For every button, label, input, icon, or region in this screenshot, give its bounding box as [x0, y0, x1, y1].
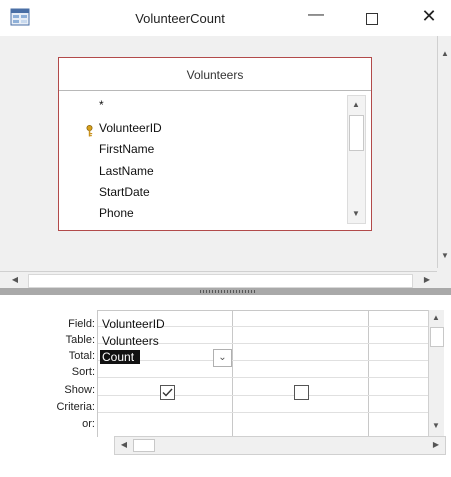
row-label-criteria: Criteria: [56, 401, 95, 413]
chevron-down-icon[interactable]: ⌄ [213, 349, 232, 367]
field-list-item[interactable]: LastName [99, 164, 154, 178]
column-divider [232, 311, 233, 437]
field-list-item[interactable]: VolunteerID [99, 121, 162, 135]
grid-horizontal-scrollbar[interactable]: ◀ ▶ [114, 436, 446, 455]
column-divider [368, 311, 369, 437]
scroll-down-icon[interactable]: ▼ [438, 248, 451, 264]
row-divider [98, 377, 428, 378]
maximize-icon [366, 13, 378, 25]
table-field-list[interactable]: Volunteers * VolunteerID FirstName LastN… [58, 57, 372, 231]
show-checkbox[interactable] [160, 385, 175, 400]
show-checkbox[interactable] [294, 385, 309, 400]
close-button[interactable]: ✕ [410, 6, 448, 30]
field-list-item[interactable]: FirstName [99, 142, 154, 156]
row-label-field: Field: [68, 318, 95, 330]
scroll-up-icon[interactable]: ▲ [438, 46, 451, 62]
field-list-scrollbar[interactable]: ▲ ▼ [347, 95, 366, 224]
row-label-total: Total: [68, 350, 95, 362]
row-label-table: Table: [65, 334, 95, 346]
row-label-show: Show: [64, 384, 95, 396]
scrollbar-thumb[interactable] [349, 115, 364, 151]
field-list-item[interactable]: * [99, 98, 104, 112]
scroll-left-icon[interactable]: ◀ [117, 437, 131, 453]
row-divider [98, 412, 428, 413]
row-label-or: or: [82, 418, 95, 430]
scroll-right-icon[interactable]: ▶ [429, 437, 443, 453]
row-label-sort: Sort: [71, 366, 95, 378]
scrollbar-thumb[interactable] [133, 439, 155, 452]
table-title-divider [59, 90, 371, 91]
scroll-down-icon[interactable]: ▼ [429, 418, 443, 434]
grid-cell-table[interactable]: Volunteers [102, 334, 159, 348]
scroll-down-icon[interactable]: ▼ [349, 206, 363, 222]
checkmark-icon [162, 388, 173, 397]
scroll-up-icon[interactable]: ▲ [349, 97, 363, 113]
minimize-button[interactable]: — [300, 6, 332, 30]
scrollbar-thumb[interactable] [430, 327, 444, 347]
row-divider [98, 360, 428, 361]
upper-vertical-scrollbar[interactable]: ▲ ▼ [437, 36, 451, 268]
scrollbar-track[interactable] [28, 274, 413, 288]
scroll-right-icon[interactable]: ▶ [420, 272, 434, 288]
grid-cell-total[interactable]: Count [100, 350, 140, 364]
scroll-left-icon[interactable]: ◀ [8, 272, 22, 288]
scroll-up-icon[interactable]: ▲ [429, 310, 443, 326]
maximize-button[interactable] [355, 6, 387, 30]
primary-key-icon [85, 125, 94, 137]
grid-vertical-scrollbar[interactable]: ▲ ▼ [428, 310, 444, 436]
row-divider [98, 395, 428, 396]
grid-cell-field[interactable]: VolunteerID [102, 317, 165, 331]
splitter-grip-icon[interactable] [200, 290, 256, 293]
field-list-item[interactable]: StartDate [99, 185, 150, 199]
upper-horizontal-scrollbar[interactable]: ◀ ▶ [0, 271, 437, 289]
field-list-item[interactable]: Phone [99, 206, 134, 220]
table-title[interactable]: Volunteers [59, 68, 371, 82]
